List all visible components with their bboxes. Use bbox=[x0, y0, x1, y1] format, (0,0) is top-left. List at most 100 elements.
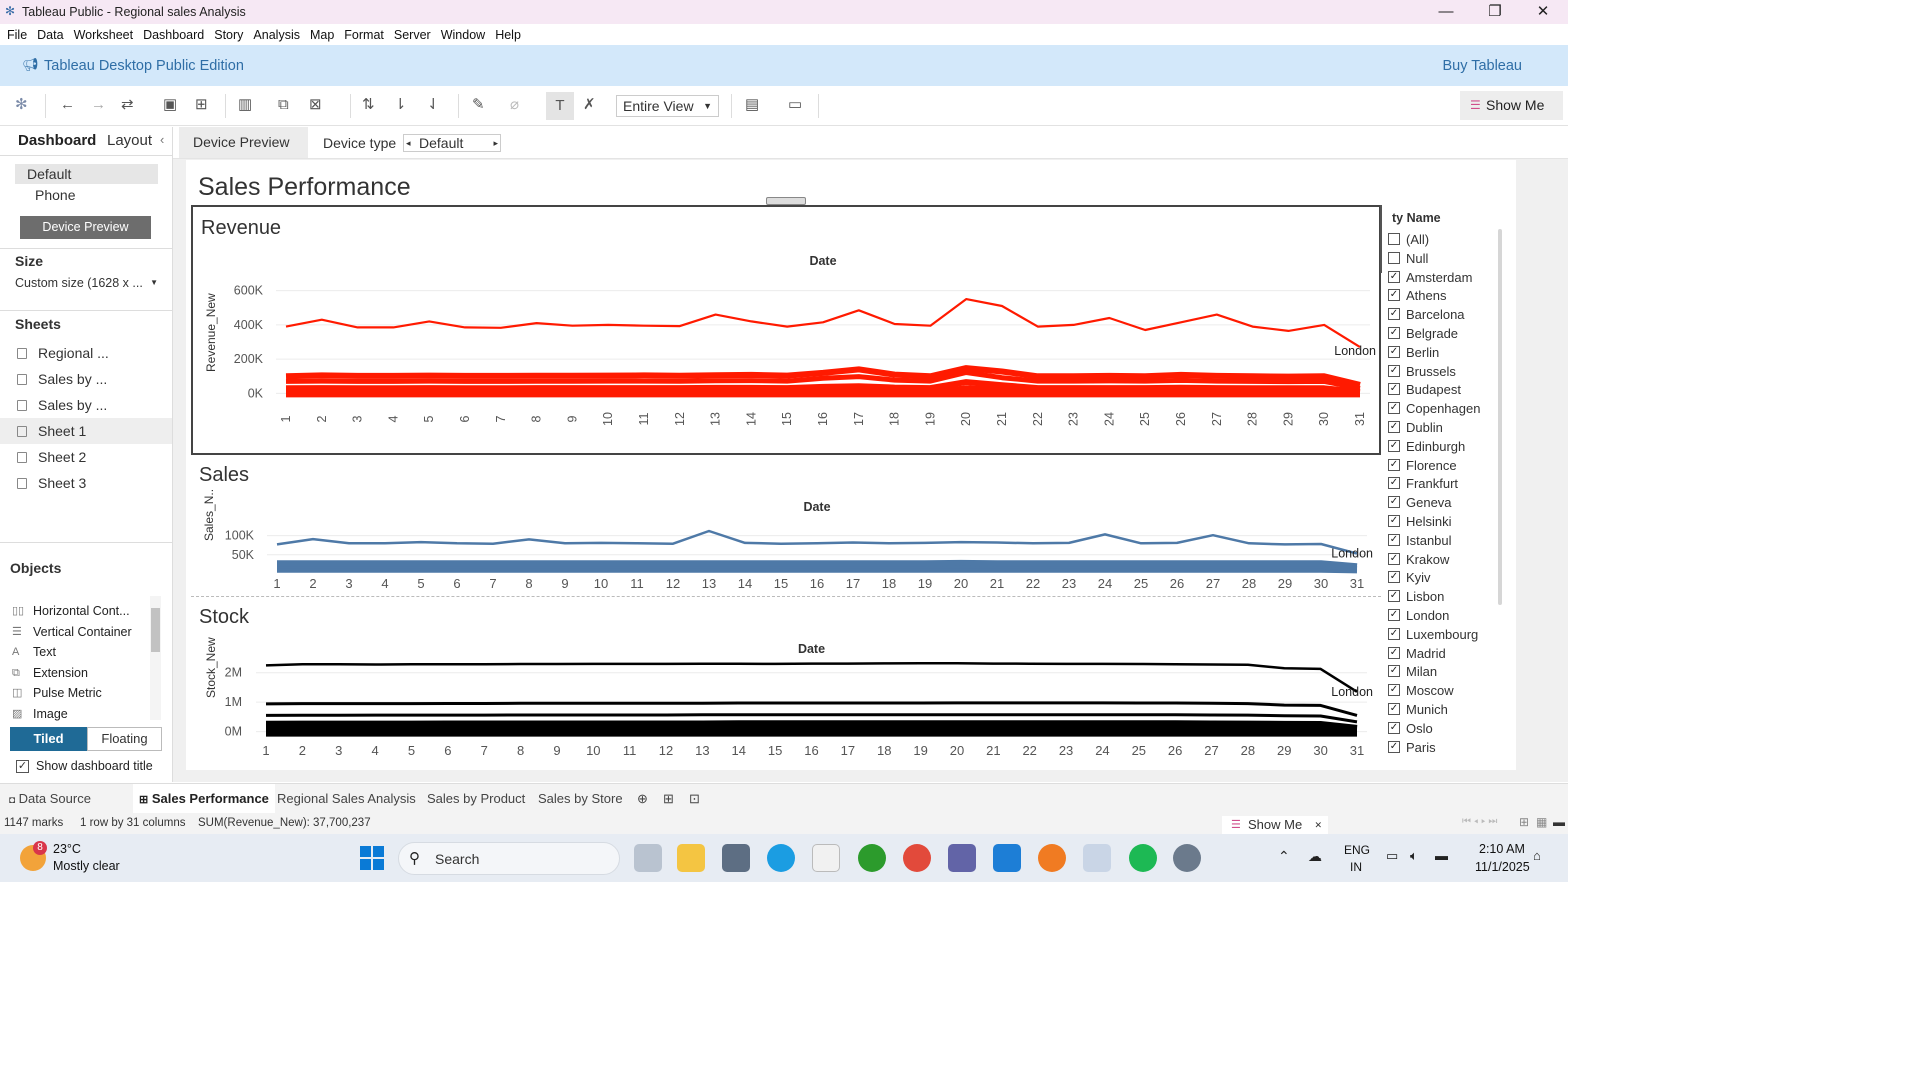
menu-story[interactable]: Story bbox=[214, 28, 243, 42]
volume-icon[interactable]: 🔈︎ bbox=[1410, 848, 1418, 864]
lang-eng[interactable]: ENG bbox=[1344, 843, 1370, 857]
filter-checkbox[interactable] bbox=[1388, 233, 1400, 245]
filter-checkbox[interactable]: ✓ bbox=[1388, 383, 1400, 396]
menu-data[interactable]: Data bbox=[37, 28, 63, 42]
filter-checkbox[interactable]: ✓ bbox=[1388, 684, 1400, 697]
filter-checkbox[interactable]: ✓ bbox=[1388, 609, 1400, 621]
filter-checkbox[interactable]: ✓ bbox=[1388, 571, 1400, 584]
save-icon[interactable]: ▣ bbox=[163, 94, 177, 116]
task-view-icon[interactable] bbox=[634, 844, 662, 872]
highlight-icon[interactable]: ✎ bbox=[472, 94, 485, 116]
chevron-left-icon[interactable]: ◂ bbox=[406, 135, 411, 151]
lang-in[interactable]: IN bbox=[1350, 860, 1362, 874]
xbox-icon[interactable] bbox=[858, 844, 886, 872]
vscode-icon[interactable] bbox=[993, 844, 1021, 872]
filter-item[interactable]: ✓ Madrid bbox=[1388, 646, 1446, 662]
floating-button[interactable]: Floating bbox=[87, 727, 162, 751]
filter-checkbox[interactable]: ✓ bbox=[1388, 646, 1400, 659]
tab-view-icon[interactable]: ▬ bbox=[1553, 815, 1565, 829]
filter-item[interactable]: ✓ Paris bbox=[1388, 740, 1436, 756]
show-me-button[interactable]: ☰ Show Me bbox=[1460, 91, 1563, 120]
tab-dashboard[interactable]: Dashboard bbox=[18, 132, 96, 149]
filter-item[interactable]: Null bbox=[1388, 251, 1428, 267]
object-extension[interactable]: ⧉ Extension bbox=[12, 666, 88, 680]
filter-item[interactable]: ✓ Krakow bbox=[1388, 552, 1449, 568]
presentation-mode-icon[interactable]: ▭ bbox=[788, 94, 802, 116]
grid-view-icon[interactable]: ⊞ bbox=[1519, 815, 1529, 829]
fit-dropdown[interactable]: Entire View ▼ bbox=[616, 95, 719, 117]
sales-panel[interactable]: Sales Date Sales_N.. 100K 50K 1 2 3 4 5 6 7 8 9 10 11 1… bbox=[191, 456, 1381, 597]
new-datasource-icon[interactable]: ⊞ bbox=[195, 94, 208, 116]
filter-item[interactable]: ✓ Istanbul bbox=[1388, 533, 1452, 549]
filter-scrollbar[interactable] bbox=[1498, 229, 1502, 605]
chevron-right-icon[interactable]: ▸ bbox=[493, 135, 498, 151]
filter-checkbox[interactable]: ✓ bbox=[1388, 439, 1400, 452]
filter-checkbox[interactable]: ✓ bbox=[1388, 703, 1400, 715]
object-text[interactable]: A Text bbox=[12, 645, 56, 659]
filter-checkbox[interactable]: ✓ bbox=[1388, 496, 1400, 509]
duplicate-sheet-icon[interactable]: ⧉ bbox=[278, 94, 289, 116]
settings-icon[interactable] bbox=[1173, 844, 1201, 872]
device-type-select[interactable]: ◂ Default ▸ bbox=[403, 134, 501, 152]
filter-item[interactable]: ✓ Luxembourg bbox=[1388, 627, 1478, 643]
filter-item[interactable]: ✓ Frankfurt bbox=[1388, 476, 1458, 492]
filter-item[interactable]: ✓ Milan bbox=[1388, 664, 1437, 680]
filter-item[interactable]: ✓ Barcelona bbox=[1388, 307, 1465, 323]
close-button[interactable]: ✕ bbox=[1519, 0, 1567, 24]
sheet-item[interactable]: Sales by ... bbox=[0, 392, 172, 418]
sheet-item[interactable]: Sales by ... bbox=[0, 366, 172, 392]
store-icon[interactable] bbox=[812, 844, 840, 872]
filter-item[interactable]: ✓ Brussels bbox=[1388, 364, 1456, 380]
menu-help[interactable]: Help bbox=[495, 28, 521, 42]
swap-icon[interactable]: ⇅ bbox=[362, 94, 375, 116]
menu-map[interactable]: Map bbox=[310, 28, 334, 42]
menu-analysis[interactable]: Analysis bbox=[253, 28, 300, 42]
filter-checkbox[interactable]: ✓ bbox=[1388, 590, 1400, 603]
tiled-button[interactable]: Tiled bbox=[10, 727, 87, 751]
filter-item[interactable]: ✓ Florence bbox=[1388, 458, 1457, 474]
device-preview-tab[interactable]: Device Preview bbox=[179, 127, 308, 158]
calculator-icon[interactable] bbox=[722, 844, 750, 872]
file-explorer-icon[interactable] bbox=[677, 844, 705, 872]
filter-checkbox[interactable]: ✓ bbox=[1388, 477, 1400, 490]
menu-server[interactable]: Server bbox=[394, 28, 431, 42]
filter-item[interactable]: ✓ London bbox=[1388, 608, 1449, 624]
tab-sales-performance[interactable]: ⊞ Sales Performance bbox=[133, 784, 275, 814]
display-icon[interactable]: ▭ bbox=[1386, 848, 1398, 864]
filter-item[interactable]: ✓ Munich bbox=[1388, 702, 1448, 718]
new-dashboard-icon[interactable]: ⊞ bbox=[657, 784, 680, 814]
sheet-item[interactable]: Sheet 1 bbox=[0, 418, 172, 444]
filter-item[interactable]: ✓ Kyiv bbox=[1388, 570, 1431, 586]
close-icon[interactable]: ✕ bbox=[1314, 816, 1322, 834]
battery-icon[interactable]: ▬ bbox=[1435, 848, 1448, 863]
firefox-icon[interactable] bbox=[1038, 844, 1066, 872]
filter-checkbox[interactable]: ✓ bbox=[1388, 364, 1400, 377]
menu-worksheet[interactable]: Worksheet bbox=[74, 28, 134, 42]
clock-time[interactable]: 2:10 AM bbox=[1479, 842, 1525, 856]
tab-sales-by-store[interactable]: Sales by Store bbox=[532, 784, 629, 814]
stock-panel[interactable]: Stock Date Stock_New 2M 1M 0M 1 2 3 4 5 6 7 8 9 10 11 12… bbox=[191, 598, 1381, 766]
filter-item[interactable]: ✓ Belgrade bbox=[1388, 326, 1458, 342]
filter-checkbox[interactable]: ✓ bbox=[1388, 721, 1400, 734]
device-preview-button[interactable]: Device Preview bbox=[20, 216, 151, 239]
tab-sales-by-product[interactable]: Sales by Product bbox=[421, 784, 531, 814]
show-title-checkbox[interactable]: ✓ bbox=[16, 760, 29, 773]
filter-item[interactable]: ✓ Edinburgh bbox=[1388, 439, 1465, 455]
objects-scrollbar[interactable] bbox=[150, 596, 161, 720]
restore-button[interactable]: ❐ bbox=[1471, 0, 1519, 24]
filter-checkbox[interactable] bbox=[1388, 251, 1400, 264]
filter-checkbox[interactable]: ✓ bbox=[1388, 740, 1400, 753]
filter-checkbox[interactable]: ✓ bbox=[1388, 308, 1400, 321]
filter-item[interactable]: (All) bbox=[1388, 232, 1429, 248]
device-phone[interactable]: Phone bbox=[35, 187, 75, 203]
drag-handle[interactable] bbox=[766, 197, 806, 205]
object-horizontal-container[interactable]: ▯▯ Horizontal Cont... bbox=[12, 604, 130, 618]
size-dropdown[interactable]: Custom size (1628 x ... ▼ bbox=[15, 276, 160, 290]
clear-format-icon[interactable]: ✗ bbox=[583, 94, 596, 116]
sheet-item[interactable]: Sheet 2 bbox=[0, 444, 172, 470]
taskbar-search[interactable]: ⚲ Search bbox=[398, 842, 620, 875]
new-story-icon[interactable]: ⊡ bbox=[683, 784, 706, 814]
filter-item[interactable]: ✓ Lisbon bbox=[1388, 589, 1444, 605]
network-icon[interactable]: ☁ bbox=[1308, 848, 1322, 865]
tab-data-source[interactable]: ◘ Data Source bbox=[3, 784, 97, 814]
